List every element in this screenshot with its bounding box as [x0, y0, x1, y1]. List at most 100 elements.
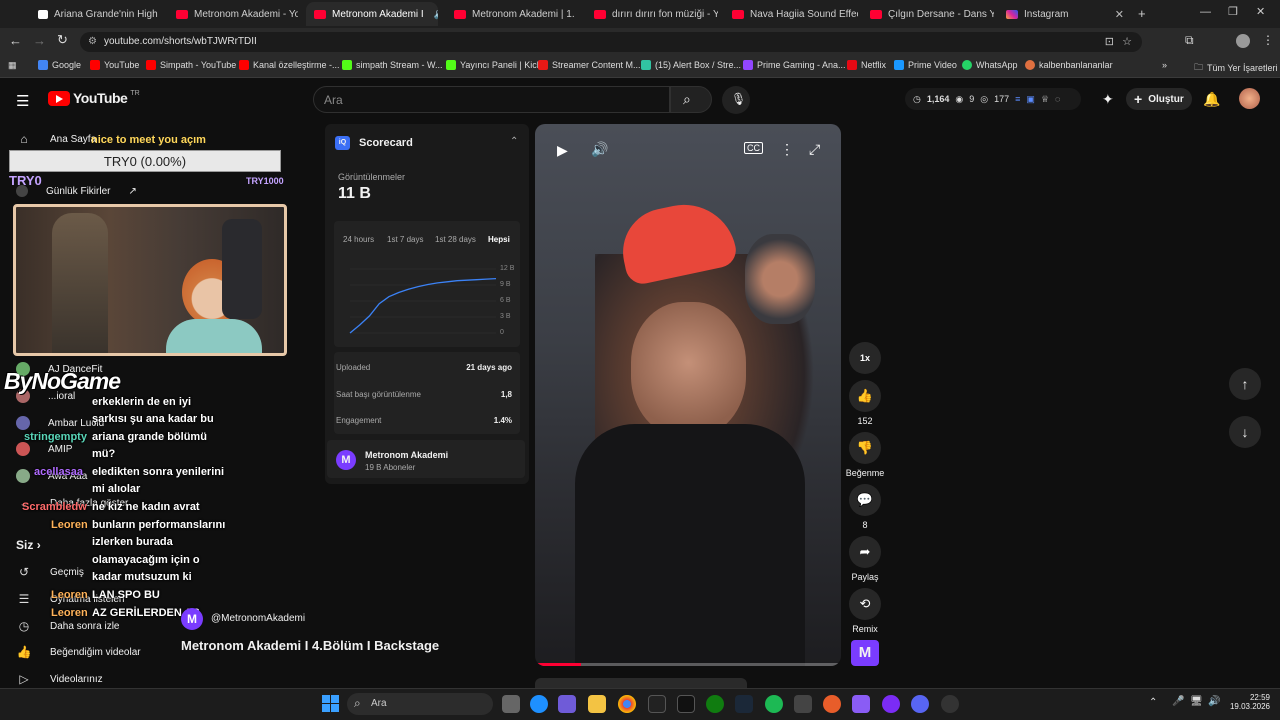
more-bookmarks-icon[interactable]: » — [1162, 60, 1167, 70]
app-icon[interactable] — [852, 695, 870, 713]
fullscreen-icon[interactable]: ⤢ — [809, 141, 820, 158]
bookmark-item[interactable]: Yayıncı Paneli | Kick — [446, 60, 541, 70]
sound-thumbnail[interactable]: M — [851, 640, 879, 666]
search-button[interactable]: ⌕ — [670, 86, 712, 113]
bookmark-star-icon[interactable]: ☆ — [1122, 35, 1132, 48]
progress-bar[interactable] — [535, 663, 841, 666]
short-title[interactable]: Metronom Akademi I 4.Bölüm I Backstage — [181, 638, 439, 653]
bookmark-item[interactable]: kalbenbanlananlar — [1025, 60, 1113, 70]
browser-tab[interactable]: Instagram ✕ — [998, 2, 1132, 26]
app-icon[interactable] — [823, 695, 841, 713]
xbox-icon[interactable] — [706, 695, 724, 713]
voice-search-button[interactable]: 🎙 — [722, 86, 750, 114]
previous-short-button[interactable]: ↑ — [1229, 368, 1261, 400]
discord-icon[interactable] — [911, 695, 929, 713]
browser-tab[interactable]: Metronom Akademi | 1. B✕ — [446, 2, 578, 26]
list-icon[interactable]: ≡ — [1015, 94, 1020, 104]
sidebar-you-header[interactable]: Siz › — [16, 538, 41, 552]
maximize-button[interactable]: ❐ — [1228, 5, 1238, 18]
copilot-icon[interactable] — [558, 695, 576, 713]
volume-tray-icon[interactable]: 🔊 — [1208, 696, 1220, 707]
next-short-button[interactable]: ↓ — [1229, 416, 1261, 448]
bookmark-item[interactable]: (15) Alert Box / Stre... — [641, 60, 741, 70]
volume-icon[interactable]: 🔊 — [591, 141, 608, 158]
dislike-button[interactable]: 👎 — [849, 432, 881, 464]
bookmark-item[interactable]: YouTube — [90, 60, 139, 70]
chrome-icon[interactable] — [618, 695, 636, 713]
channel-avatar[interactable]: M — [181, 608, 203, 630]
like-button[interactable]: 👍 — [849, 380, 881, 412]
browser-tab[interactable]: Metronom Akademi - You✕ — [168, 2, 298, 26]
share-button[interactable]: ➦ — [849, 536, 881, 568]
task-view-icon[interactable] — [502, 695, 520, 713]
address-bar[interactable]: ⚙ youtube.com/shorts/wbTJWRrTDII ⊡ ☆ — [80, 32, 1142, 52]
browser-tab[interactable]: Çılgın Dersane - Dans Yar✕ — [862, 2, 994, 26]
app-icon[interactable] — [882, 695, 900, 713]
playback-speed-button[interactable]: 1x — [849, 342, 881, 374]
youtube-logo[interactable]: YouTube TR — [48, 90, 140, 106]
profile-avatar[interactable] — [1236, 34, 1250, 48]
network-icon[interactable]: 🖥 — [1190, 696, 1203, 707]
file-explorer-icon[interactable] — [588, 695, 606, 713]
browser-tab-active[interactable]: Metronom Akademi I🔊✕ — [306, 2, 438, 26]
sidebar-item-history[interactable]: ↺ Geçmiş — [16, 565, 84, 579]
reload-icon[interactable]: ↻ — [57, 32, 68, 48]
app-icon[interactable] — [794, 695, 812, 713]
bookmark-item[interactable]: Google — [38, 60, 81, 70]
range-tab-active[interactable]: Hepsi — [488, 235, 510, 244]
notifications-bell-icon[interactable]: 🔔 — [1203, 91, 1220, 108]
browser-tab[interactable]: dırırı dırırı fon müziği - Yo✕ — [586, 2, 718, 26]
audio-playing-icon[interactable]: 🔊 — [434, 9, 438, 20]
browser-tab[interactable]: Nava Hagiia Sound Effect✕ — [724, 2, 858, 26]
sidebar-item-liked[interactable]: 👍 Beğendiğim videolar — [16, 645, 141, 659]
vidiq-icon[interactable]: ▣ — [1026, 94, 1035, 105]
channel-handle[interactable]: @MetronomAkademi — [211, 613, 305, 624]
close-tab-icon[interactable]: ✕ — [1115, 8, 1124, 21]
tray-chevron-icon[interactable]: ⌃ — [1149, 697, 1157, 708]
start-button[interactable] — [322, 695, 339, 712]
hamburger-menu-icon[interactable]: ☰ — [16, 92, 29, 110]
sidebar-sub-item[interactable]: Ambar Lucid — [16, 416, 104, 430]
all-bookmarks[interactable]: 🗀 Tüm Yer İşaretleri — [1194, 60, 1278, 76]
bookmark-item[interactable]: Streamer Content M... — [538, 60, 641, 70]
collapse-chevron-icon[interactable]: ⌃ — [510, 136, 518, 147]
bookmark-item[interactable]: Simpath - YouTube — [146, 60, 236, 70]
search-input[interactable]: Ara — [313, 86, 670, 113]
browser-tab[interactable]: Ariana Grande'nin High N✕ — [30, 2, 160, 26]
account-avatar[interactable] — [1239, 88, 1260, 109]
extensions-icon[interactable]: ⧉ — [1185, 33, 1194, 48]
sidebar-item-home[interactable]: ⌂ Ana Sayfa — [16, 132, 96, 146]
edge-icon[interactable] — [530, 695, 548, 713]
range-tab[interactable]: 24 hours — [343, 235, 374, 244]
shorts-video-player[interactable]: ▶ 🔊 CC ⋮ ⤢ — [535, 124, 841, 666]
back-icon[interactable]: ← — [9, 33, 22, 48]
system-clock[interactable]: 22:59 19.03.2026 — [1228, 693, 1270, 711]
play-button[interactable]: ▶ — [557, 142, 568, 159]
forward-icon[interactable]: → — [33, 33, 46, 48]
browser-menu-icon[interactable]: ⋮ — [1262, 33, 1274, 47]
minimize-button[interactable]: — — [1200, 6, 1211, 18]
amazon-icon[interactable] — [677, 695, 695, 713]
sidebar-item-your-videos[interactable]: ▷ Videolarınız — [16, 672, 102, 686]
bookmark-item[interactable]: Netflix — [847, 60, 886, 70]
remix-button[interactable]: ⟲ — [849, 588, 881, 620]
apps-icon[interactable]: ▦ — [8, 60, 17, 71]
comments-button[interactable]: 💬 — [849, 484, 881, 516]
taskbar-search[interactable]: ⌕ Ara — [347, 693, 493, 715]
site-info-icon[interactable]: ⚙ — [88, 36, 97, 47]
new-tab-button[interactable]: + — [1138, 6, 1146, 21]
captions-icon[interactable]: CC — [744, 142, 763, 154]
bookmark-item[interactable]: WhatsApp — [962, 60, 1018, 70]
bookmark-item[interactable]: simpath Stream - W... — [342, 60, 443, 70]
install-icon[interactable]: ⊡ — [1105, 35, 1114, 48]
range-tab[interactable]: 1st 7 days — [387, 235, 423, 244]
range-tab[interactable]: 1st 28 days — [435, 235, 476, 244]
epic-games-icon[interactable] — [648, 695, 666, 713]
bookmark-item[interactable]: Prime Gaming - Ana... — [743, 60, 846, 70]
extension-icon[interactable]: ✦ — [1102, 91, 1114, 108]
close-window-button[interactable]: ✕ — [1256, 5, 1265, 18]
microphone-tray-icon[interactable]: 🎤 — [1172, 696, 1184, 707]
bookmark-item[interactable]: Kanal özelleştirme -... — [239, 60, 340, 70]
chat-icon[interactable]: ◌ — [1055, 94, 1060, 104]
bookmark-item[interactable]: Prime Video — [894, 60, 957, 70]
